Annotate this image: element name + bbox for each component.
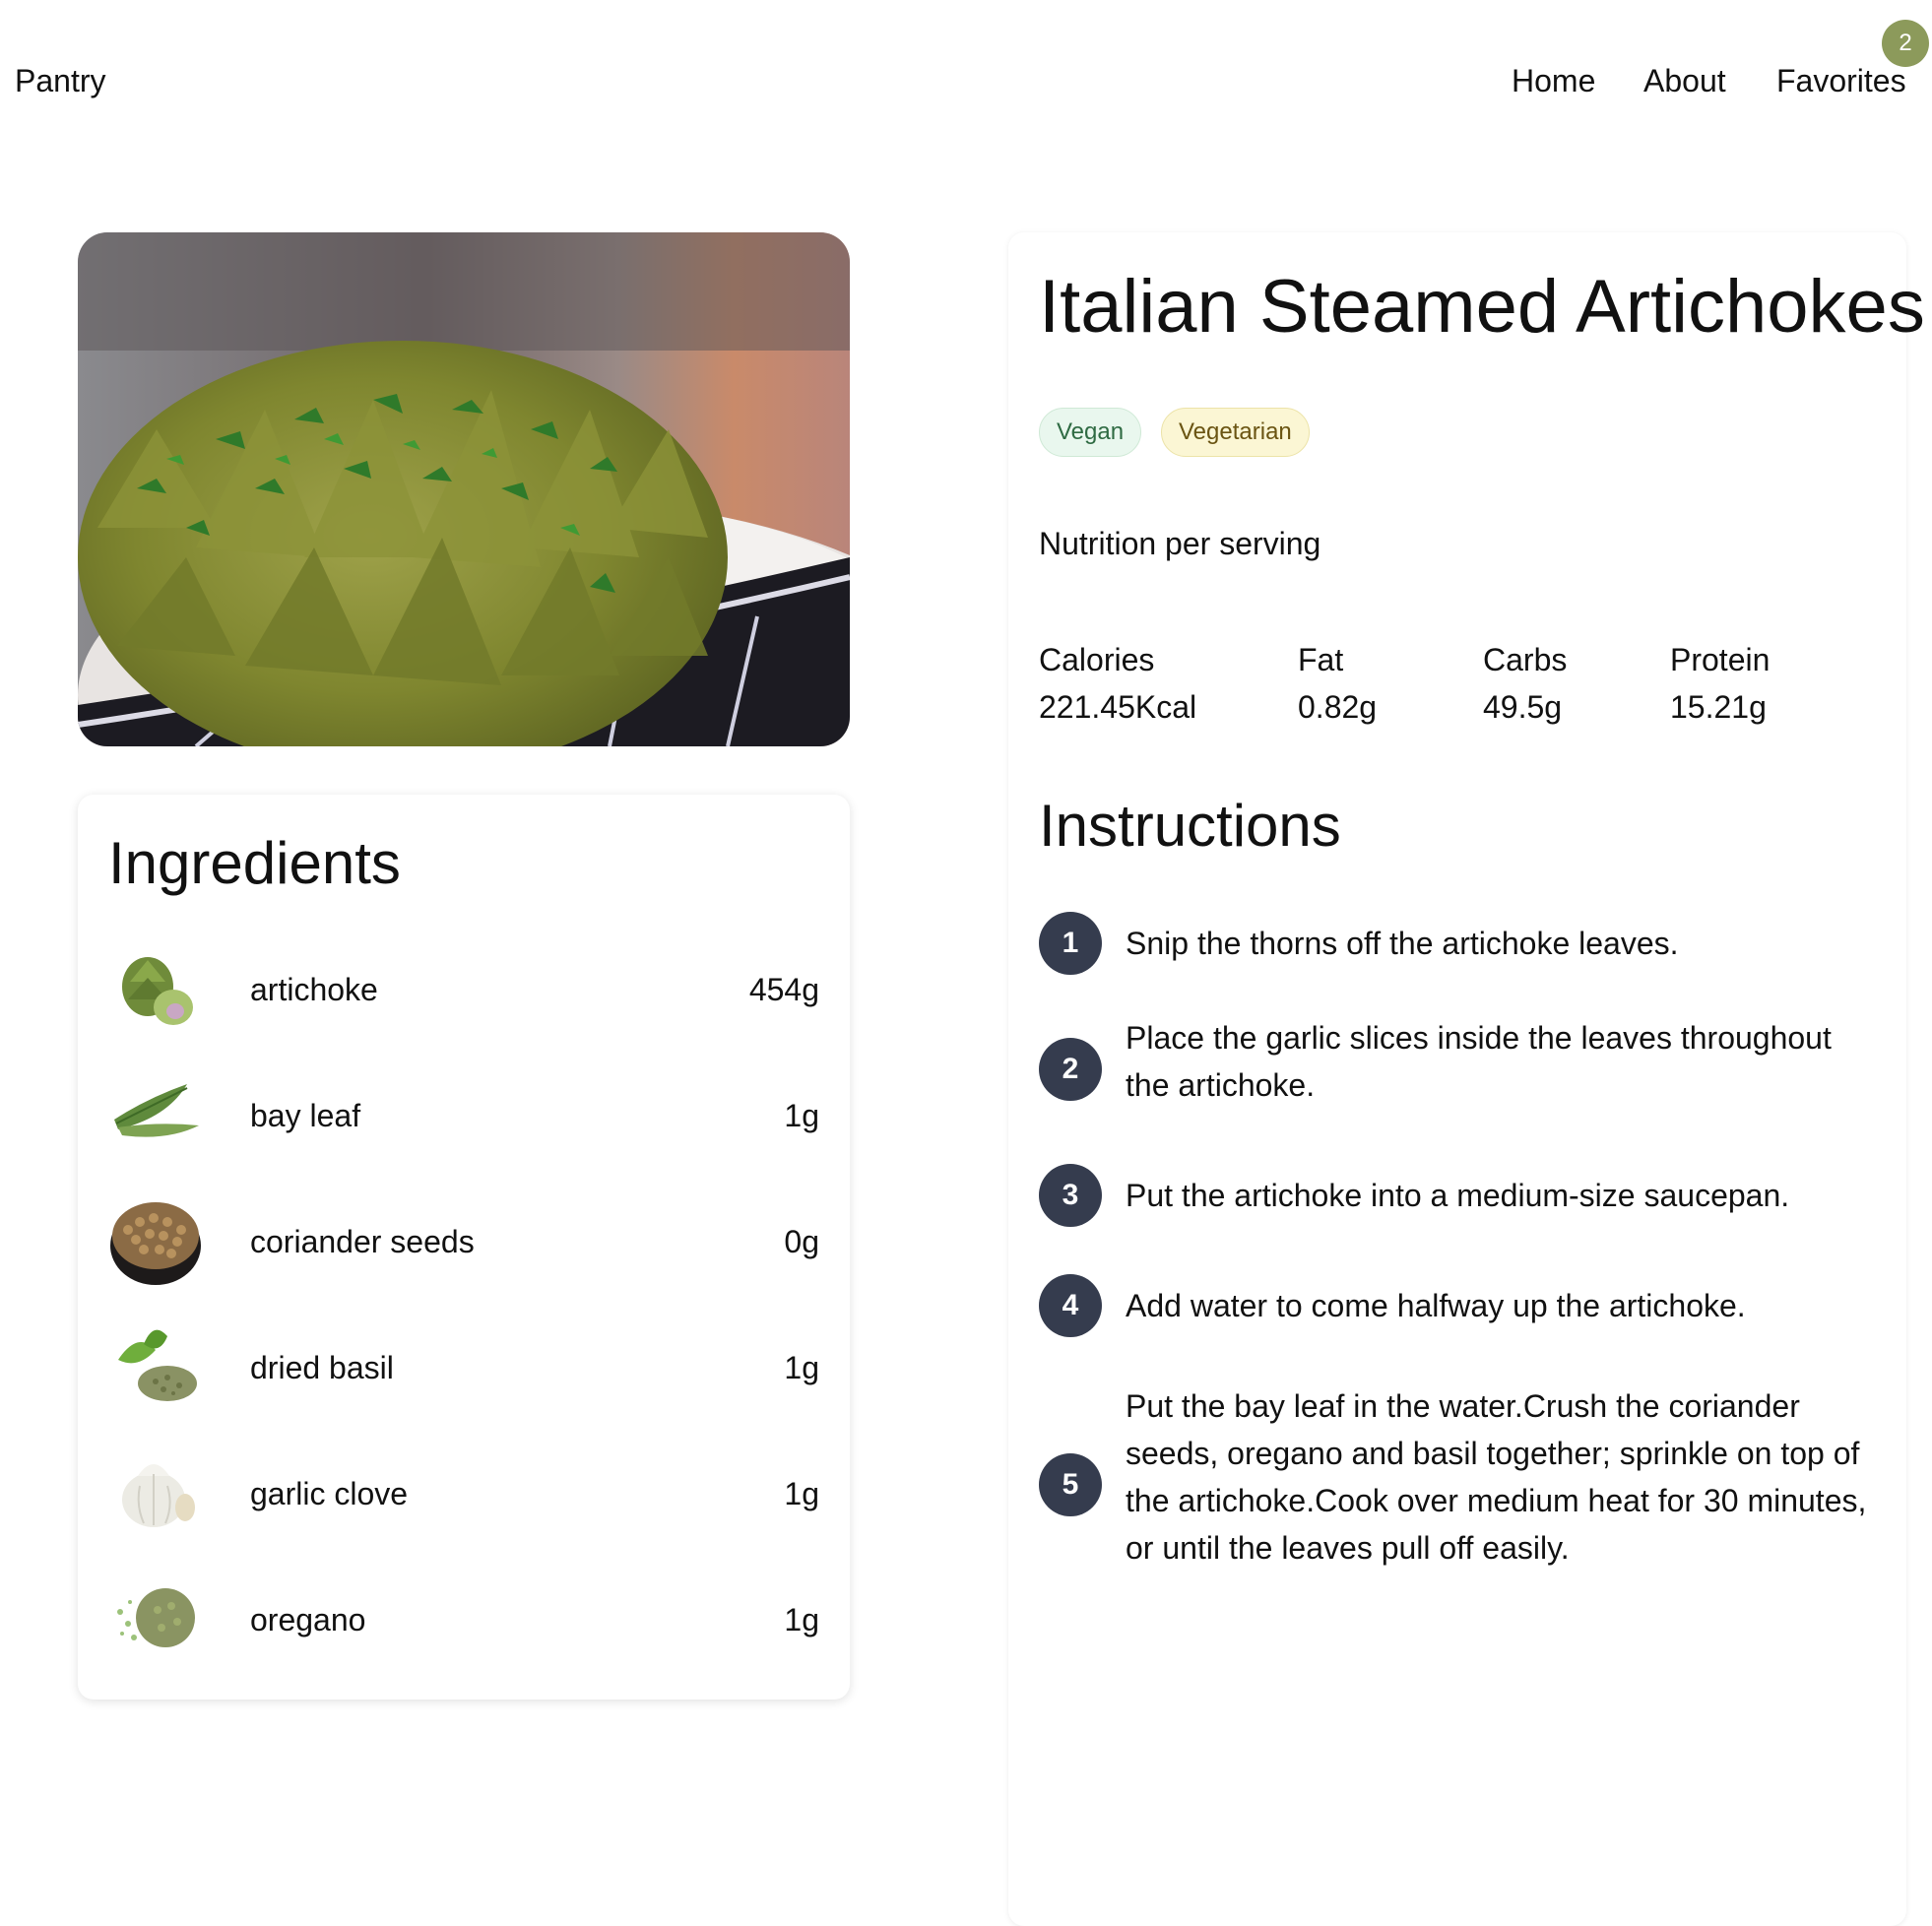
nav-favorites-link[interactable]: Favorites [1776,63,1906,99]
step-text: Put the bay leaf in the water.Crush the … [1126,1388,1867,1566]
garlic-icon [108,1446,203,1541]
nutrition-carbs: Carbs 49.5g [1483,636,1567,731]
bay-leaf-icon [108,1068,203,1163]
nutrition-heading: Nutrition per serving [1039,526,1321,561]
nutrition-protein: Protein 15.21g [1670,636,1770,731]
nav-home-link[interactable]: Home [1512,63,1595,99]
step-number: 2 [1039,1038,1102,1101]
ingredient-amount: 1g [784,1602,819,1637]
ingredient-name: bay leaf [250,1098,361,1133]
ingredient-amount: 0g [784,1224,819,1259]
nutrition-value: 221.45Kcal [1039,689,1197,725]
nutrition-value: 0.82g [1298,689,1378,725]
recipe-hero-image [78,232,850,746]
ingredient-row: artichoke 454g [108,942,819,1041]
tag-vegan: Vegan [1039,408,1142,457]
ingredient-amount: 1g [784,1098,819,1133]
ingredient-row: bay leaf 1g [108,1068,819,1167]
brand-link[interactable]: Pantry [15,63,105,99]
step-number: 3 [1039,1164,1102,1227]
nutrition-label: Calories [1039,642,1155,677]
ingredients-card: Ingredients artichoke 454g bay leaf 1g c… [78,795,850,1700]
ingredient-row: garlic clove 1g [108,1446,819,1545]
coriander-seeds-icon [108,1194,203,1289]
nutrition-value: 15.21g [1670,689,1767,725]
ingredient-name: dried basil [250,1350,394,1385]
step-text: Put the artichoke into a medium-size sau… [1126,1178,1790,1213]
step-number: 4 [1039,1274,1102,1337]
ingredient-amount: 1g [784,1476,819,1511]
step-text: Snip the thorns off the artichoke leaves… [1126,926,1679,961]
nav-about-link[interactable]: About [1643,63,1726,99]
nutrition-label: Protein [1670,642,1771,677]
ingredients-title: Ingredients [108,830,401,896]
nutrition-label: Carbs [1483,642,1568,677]
ingredient-name: garlic clove [250,1476,409,1511]
tag-vegetarian: Vegetarian [1161,408,1310,457]
nutrition-value: 49.5g [1483,689,1563,725]
recipe-detail-card: Italian Steamed Artichokes Vegan Vegetar… [1008,232,1925,1926]
ingredient-row: oregano 1g [108,1573,819,1671]
favorites-count-badge: 2 [1882,20,1929,67]
recipe-title: Italian Steamed Artichokes [1039,265,1925,349]
step-number: 1 [1039,912,1102,975]
nutrition-label: Fat [1298,642,1344,677]
ingredient-name: artichoke [250,972,378,1007]
ingredient-amount: 1g [784,1350,819,1385]
dried-basil-icon [108,1320,203,1415]
oregano-icon [108,1573,203,1667]
ingredient-name: oregano [250,1602,366,1637]
ingredient-name: coriander seeds [250,1224,475,1259]
step-text: Add water to come halfway up the articho… [1126,1288,1746,1323]
ingredient-amount: 454g [748,972,819,1007]
artichoke-icon [108,942,203,1037]
instructions-title: Instructions [1039,793,1341,859]
ingredient-row: dried basil 1g [108,1320,819,1419]
nutrition-calories: Calories 221.45Kcal [1039,636,1196,731]
nutrition-fat: Fat 0.82g [1298,636,1377,731]
step-number: 5 [1039,1453,1102,1516]
ingredient-row: coriander seeds 0g [108,1194,819,1293]
step-text: Place the garlic slices inside the leave… [1126,1020,1832,1103]
top-navigation: Pantry Home About Favorites 2 [0,0,1932,148]
